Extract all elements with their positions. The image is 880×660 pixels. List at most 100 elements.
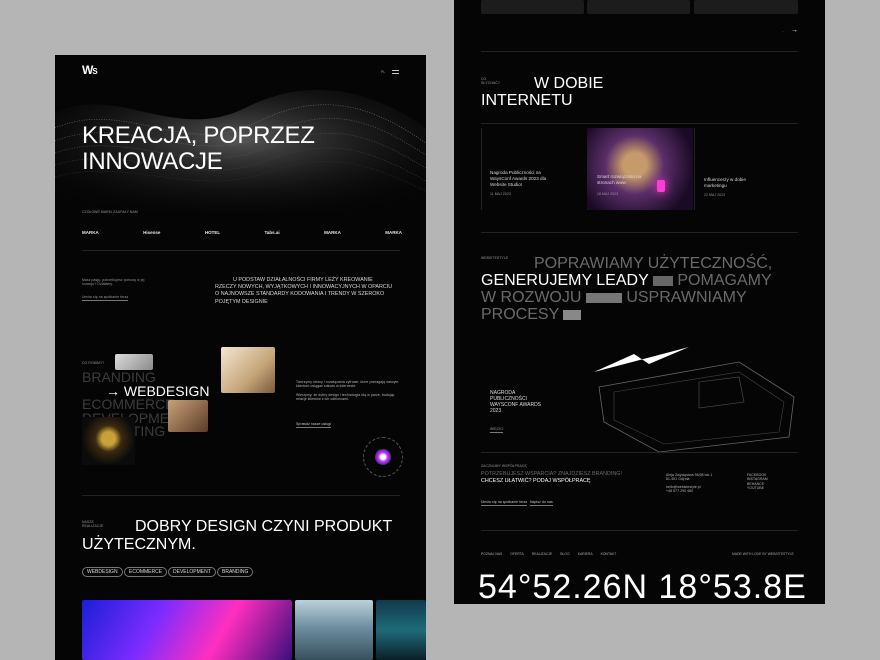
brand-logo: HOTEL [204, 230, 221, 235]
tagline-word: PROCESY [481, 306, 559, 323]
address: Aleja Zwycięstwa 96/98 lok.1 81-451 Gdyn… [666, 473, 712, 494]
tagline: POPRAWIAMY UŻYTECZNOŚĆ, GENERUJEMY LEADY… [481, 255, 801, 323]
services-paragraph-1: Tworzymy strony i rozwiązania cyfrowe, k… [296, 380, 399, 389]
contact-line-2: CHCESZ UŁATWIĆ? PODAJ WSPÓŁPRACĘ [481, 477, 591, 484]
news-title-line-2: INTERNETU [481, 92, 573, 109]
tagline-line-1: POPRAWIAMY UŻYTECZNOŚĆ, [534, 255, 773, 272]
contact-line-1: POTRZEBUJESZ WSPARCIA? ZNAJDZIESZ BRANDI… [481, 471, 622, 477]
top-card [587, 0, 690, 14]
glowing-orb-icon [375, 449, 391, 465]
location-coordinates: 54°52.26N 18°53.8E [478, 568, 807, 604]
filter-webdesign[interactable]: WEBDESIGN [82, 567, 123, 577]
work-title: DOBRY DESIGN CZYNI PRODUKT UŻYTECZNYM. [82, 518, 392, 554]
tagline-word: USPRAWNIAMY [626, 289, 747, 306]
footer-link-contact[interactable]: KONTAKT [601, 552, 617, 556]
brand-logo: MARKA [82, 230, 99, 235]
meeting-link[interactable]: Umów się na spotkanie teraz [82, 295, 129, 302]
divider [481, 452, 798, 453]
divider [481, 128, 482, 210]
contact-headline: POTRZEBUJESZ WSPARCIA? ZNAJDZIESZ BRANDI… [481, 471, 622, 484]
divider [694, 128, 695, 210]
work-title-line-1: DOBRY DESIGN CZYNI PRODUKT [135, 518, 393, 535]
interior-photo [221, 347, 275, 393]
news-card-title: Influencerzy w dobie marketingu [704, 177, 746, 188]
divider [82, 250, 400, 251]
news-card-date: 18 MAJ 2023 [597, 192, 619, 196]
social-youtube[interactable]: YOUTUBE [747, 486, 768, 490]
arrow-left-icon[interactable]: ← [782, 29, 786, 33]
footer-link-work[interactable]: REALIZACJE [532, 552, 553, 556]
top-card [481, 0, 584, 14]
intro-small-text: Masz pasję, potrzebujesz pomocy w jej ro… [82, 278, 157, 287]
award-trophy-graphic [594, 347, 795, 453]
award-line-4: 2023 [490, 408, 502, 414]
news-card-date: 22 MAJ 2023 [704, 193, 726, 197]
hero-title-line-1: KREACJA, POPRZEZ [82, 122, 315, 149]
phone-link[interactable]: +48 577 290 480 [666, 489, 712, 493]
trusted-brands-label: CZOŁOWE MARKI ZAUFAŁY NAM [82, 210, 138, 214]
contact-cta-write[interactable]: Napisz do nas [530, 500, 553, 507]
filter-development[interactable]: DEVELOPMENT [168, 567, 216, 577]
social-links: FACEBOOK INSTAGRAM BEHANCE YOUTUBE [747, 473, 768, 491]
news-card-image[interactable]: Smart rozwiązania na stronach www 18 MAJ… [587, 128, 693, 210]
brand-logo: MARKA [324, 230, 341, 235]
project-lagoon-image[interactable] [376, 600, 426, 660]
tagline-highlight: GENERUJEMY LEADY [481, 272, 649, 289]
services-label: CO ROBIMY? [82, 361, 105, 365]
showcase-canvas: WS PL KREACJA, POPRZEZ INNOWACJE CZOŁOWE… [0, 0, 880, 660]
hero-title-line-2: INNOWACJE [82, 148, 223, 175]
footer-link-about[interactable]: POZNAJ NAS [481, 552, 502, 556]
project-coast-image[interactable] [295, 600, 373, 660]
brand-logo: MARKA [385, 230, 402, 235]
intro-lead-text: U PODSTAW DZIAŁALNOŚCI FIRMY LEŻY KREOWA… [215, 277, 393, 305]
news-card[interactable]: Nagroda Publiczności na WaysConf Awards … [490, 170, 562, 196]
contact-label: ZACZNIJMY WSPÓŁPRACĘ [481, 464, 527, 468]
project-vr-image[interactable] [82, 600, 292, 660]
service-preview-image [115, 354, 153, 370]
divider [82, 495, 400, 496]
footer-link-career[interactable]: KARIERA [578, 552, 593, 556]
divider [481, 530, 798, 531]
award-text: NAGRODA PUBLICZNOŚCI WAYSCONF AWARDS 202… [490, 390, 541, 414]
inline-photo [652, 275, 673, 286]
language-switch[interactable]: PL [381, 70, 385, 74]
divider [481, 51, 798, 52]
contact-cta-meeting[interactable]: Umów się na spotkanie teraz [481, 500, 528, 507]
services-description: Tworzymy strony i rozwiązania cyfrowe, k… [296, 380, 401, 402]
filter-ecommerce[interactable]: ECOMMERCE [124, 567, 168, 577]
site-logo[interactable]: WS [82, 63, 98, 77]
work-title-line-2: UŻYTECZNYM. [82, 536, 196, 553]
homepage-panel: WS PL KREACJA, POPRZEZ INNOWACJE CZOŁOWE… [55, 55, 426, 660]
brand-logos-row: MARKA Hisense HOTEL Tabs.ai MARKA MARKA [82, 230, 402, 235]
people-photo [168, 400, 208, 432]
inline-photo [563, 309, 582, 320]
arrow-right-icon[interactable]: → [791, 27, 798, 34]
footer-credit: MADE WITH LOVE BY WEBSITESTYLE [732, 552, 794, 556]
news-title: W DOBIE INTERNETU [481, 75, 603, 109]
filter-branding[interactable]: BRANDING [217, 567, 254, 577]
footer-link-offer[interactable]: OFERTA [510, 552, 523, 556]
award-link[interactable]: WIĘCEJ [490, 427, 504, 434]
subpage-panel: ← → CO SŁYCHAĆ? W DOBIE INTERNETU Nagrod… [454, 0, 825, 604]
menu-icon[interactable] [392, 70, 399, 74]
golden-face-photo [82, 417, 135, 465]
services-paragraph-2: Wierzymy, że dobry design i technologia … [296, 392, 395, 402]
news-card-date: 11 MAJ 2023 [490, 192, 511, 196]
services-link[interactable]: Sprawdź nasze usługi [296, 422, 331, 429]
footer-nav: POZNAJ NAS OFERTA REALIZACJE BLOG KARIER… [481, 552, 616, 556]
scroll-badge[interactable] [363, 437, 403, 477]
brand-logo: Tabs.ai [264, 230, 280, 235]
news-card[interactable]: Influencerzy w dobie marketingu 22 MAJ 2… [704, 177, 768, 197]
top-card [694, 0, 798, 14]
divider [481, 123, 798, 124]
hero-title: KREACJA, POPRZEZ INNOWACJE [82, 123, 315, 175]
tagline-word: POMAGAMY [677, 272, 772, 289]
news-card-title: Nagroda Publiczności na WaysConf Awards … [490, 170, 547, 187]
tagline-word: W ROZWOJU [481, 289, 582, 306]
intro-small-line-2: rozwoju? Działamy. [82, 282, 113, 287]
address-line-2: 81-451 Gdynia [666, 477, 690, 482]
divider [481, 232, 798, 233]
footer-link-blog[interactable]: BLOG [560, 552, 569, 556]
brand-logo: Hisense [143, 230, 161, 235]
inline-photo [585, 292, 622, 303]
